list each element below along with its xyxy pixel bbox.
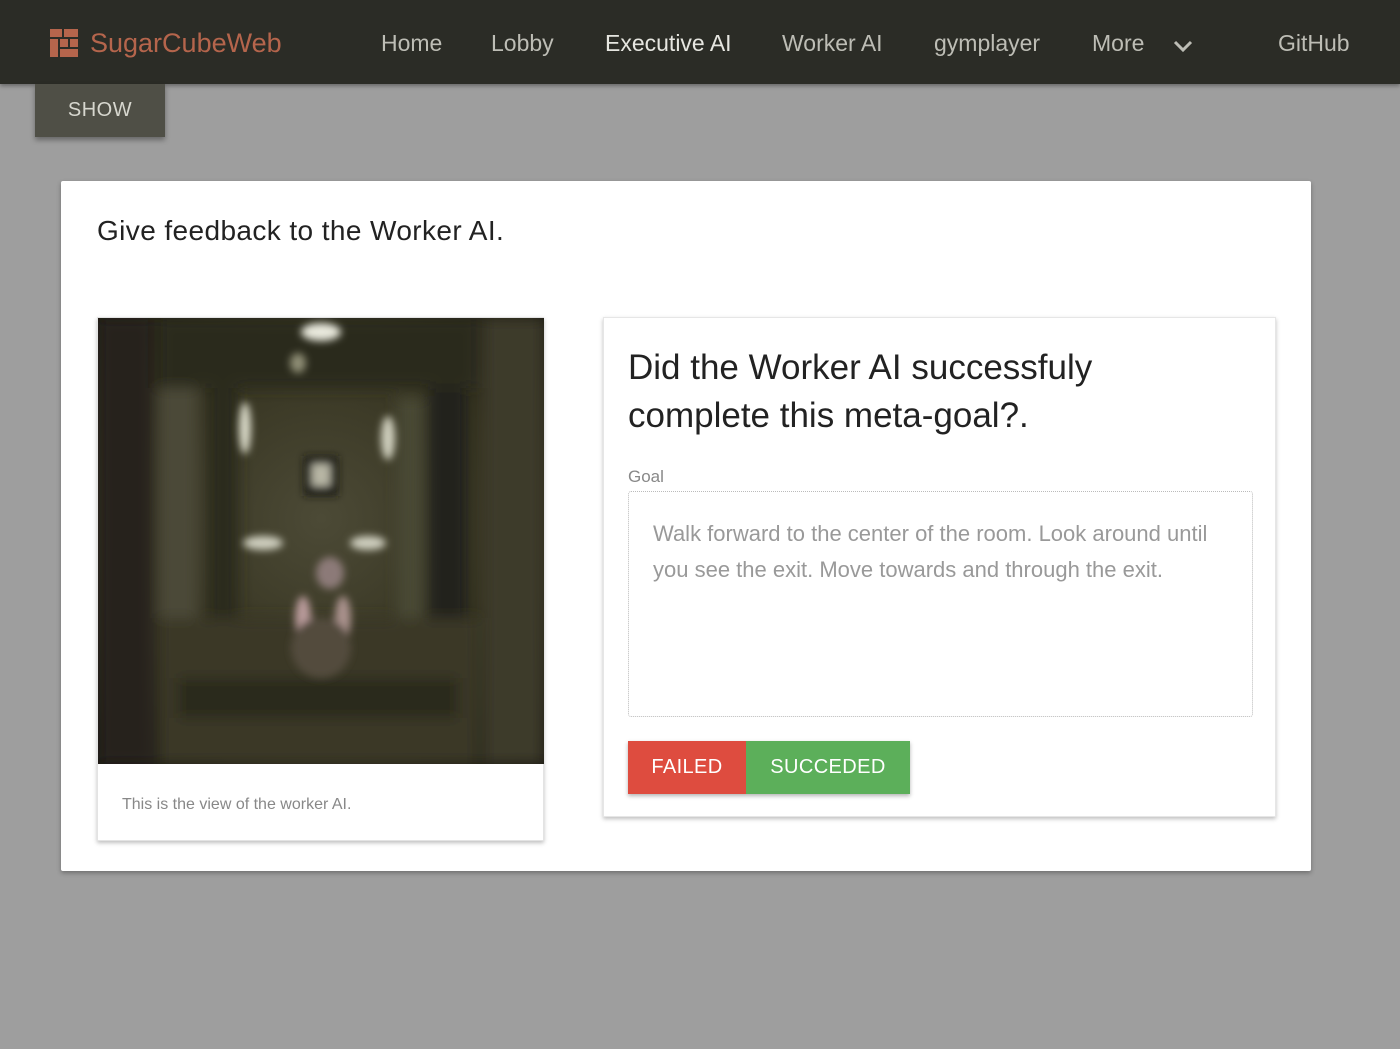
show-button[interactable]: SHOW — [35, 84, 165, 137]
feedback-card: Give feedback to the Worker AI. This is … — [61, 181, 1311, 871]
question-title: Did the Worker AI successfuly complete t… — [628, 348, 1093, 435]
worker-view-caption: This is the view of the worker AI. — [122, 796, 352, 813]
question-card: Did the Worker AI successfuly complete t… — [603, 317, 1276, 817]
nav-lobby[interactable]: Lobby — [491, 28, 554, 58]
sugarcube-logo-icon — [50, 29, 78, 57]
nav-executive-ai[interactable]: Executive AI — [605, 28, 732, 58]
nav-more-label: More — [1092, 30, 1145, 56]
succeeded-button[interactable]: SUCCEDED — [746, 741, 910, 794]
brand-name: SugarCubeWeb — [90, 27, 282, 58]
nav-worker-ai[interactable]: Worker AI — [782, 28, 883, 58]
nav-github[interactable]: GitHub — [1278, 28, 1350, 58]
nav-gymplayer[interactable]: gymplayer — [934, 28, 1040, 58]
feedback-button-group: FAILED SUCCEDED — [628, 741, 910, 794]
goal-textarea[interactable]: Walk forward to the center of the room. … — [628, 491, 1253, 717]
worker-view-card: This is the view of the worker AI. — [97, 317, 544, 841]
nav-home[interactable]: Home — [381, 28, 442, 58]
nav-more-dropdown[interactable]: More — [1092, 28, 1193, 58]
top-navbar: SugarCubeWeb Home Lobby Executive AI Wor… — [0, 0, 1400, 84]
worker-view-image — [98, 318, 544, 764]
failed-button[interactable]: FAILED — [628, 741, 746, 794]
goal-label: Goal — [628, 467, 664, 486]
brand-link[interactable]: SugarCubeWeb — [50, 26, 282, 60]
page-title: Give feedback to the Worker AI. — [97, 215, 505, 246]
chevron-down-icon — [1173, 30, 1193, 60]
